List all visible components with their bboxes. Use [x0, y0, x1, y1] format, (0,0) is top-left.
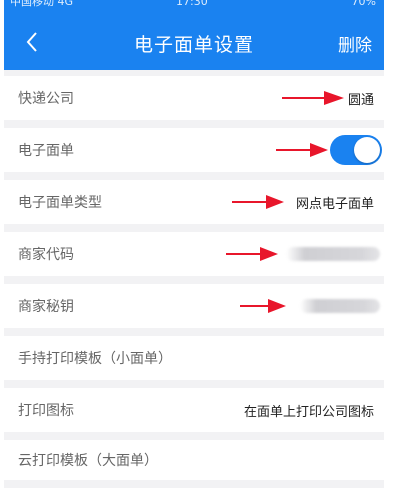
- merchant-code-redacted: [286, 247, 380, 261]
- delete-button[interactable]: 删除: [338, 31, 372, 56]
- red-arrow-icon: [226, 247, 278, 261]
- battery-label: 70%: [351, 0, 376, 8]
- top-bar: 中国移动 4G 17:30 70% 电子面单设置 删除: [4, 0, 384, 70]
- handheld-template-label: 手持打印模板（小面单）: [18, 351, 172, 367]
- red-arrow-icon: [232, 195, 284, 209]
- cloud-template-label: 云打印模板（大面单）: [18, 453, 158, 469]
- courier-company-value: 圆通: [347, 92, 374, 108]
- row-merchant-code[interactable]: 商家代码: [4, 232, 384, 276]
- page-title: 电子面单设置: [133, 34, 254, 56]
- e-waybill-toggle[interactable]: [330, 135, 382, 165]
- row-cloud-template[interactable]: 云打印模板（大面单）: [4, 440, 384, 480]
- red-arrow-icon: [282, 91, 344, 105]
- red-arrow-icon: [276, 143, 328, 157]
- status-bar: 中国移动 4G 17:30 70%: [4, 0, 384, 18]
- merchant-secret-label: 商家秘钥: [18, 299, 74, 315]
- clock: 17:30: [176, 0, 208, 8]
- row-e-waybill[interactable]: 电子面单: [4, 128, 384, 172]
- print-icon-label: 打印图标: [18, 403, 74, 419]
- print-icon-value: 在面单上打印公司图标: [243, 404, 374, 420]
- carrier-label: 中国移动 4G: [10, 0, 74, 8]
- row-merchant-secret[interactable]: 商家秘钥: [4, 284, 384, 328]
- settings-list: 快递公司 圆通 电子面单 电子面单类型 网点电子面单 商家代码 商家秘钥 手持打…: [4, 76, 384, 488]
- toggle-knob: [354, 137, 380, 163]
- e-waybill-type-label: 电子面单类型: [18, 195, 102, 211]
- courier-company-label: 快递公司: [18, 91, 74, 107]
- row-print-icon[interactable]: 打印图标 在面单上打印公司图标: [4, 388, 384, 432]
- row-handheld-template[interactable]: 手持打印模板（小面单）: [4, 336, 384, 380]
- row-e-waybill-type[interactable]: 电子面单类型 网点电子面单: [4, 180, 384, 224]
- e-waybill-label: 电子面单: [18, 143, 74, 159]
- merchant-secret-redacted: [300, 299, 380, 313]
- app-screen: 中国移动 4G 17:30 70% 电子面单设置 删除 快递公司 圆通 电子面单: [4, 0, 384, 488]
- red-arrow-icon: [240, 299, 286, 313]
- merchant-code-label: 商家代码: [18, 247, 74, 263]
- row-courier-company[interactable]: 快递公司 圆通: [4, 76, 384, 120]
- e-waybill-type-value: 网点电子面单: [295, 196, 374, 212]
- nav-bar: 电子面单设置 删除: [4, 18, 384, 70]
